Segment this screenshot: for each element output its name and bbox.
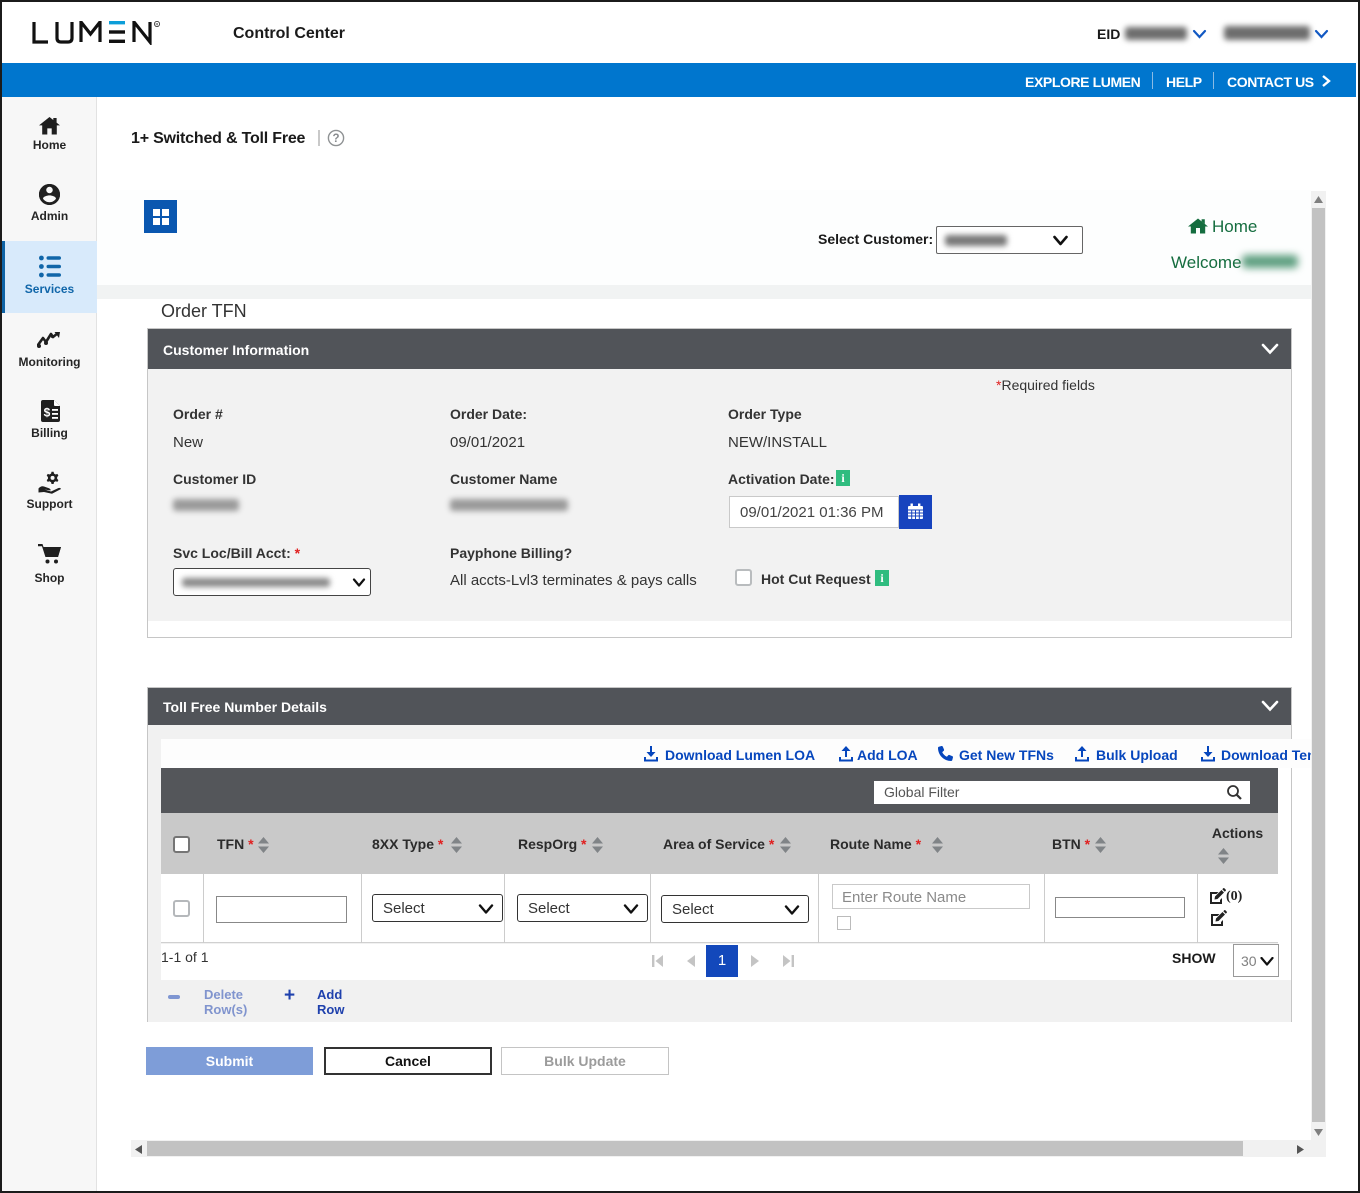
svg-text:$: $ — [44, 406, 51, 420]
svg-text:?: ? — [332, 133, 339, 145]
svg-text:R: R — [156, 22, 159, 27]
